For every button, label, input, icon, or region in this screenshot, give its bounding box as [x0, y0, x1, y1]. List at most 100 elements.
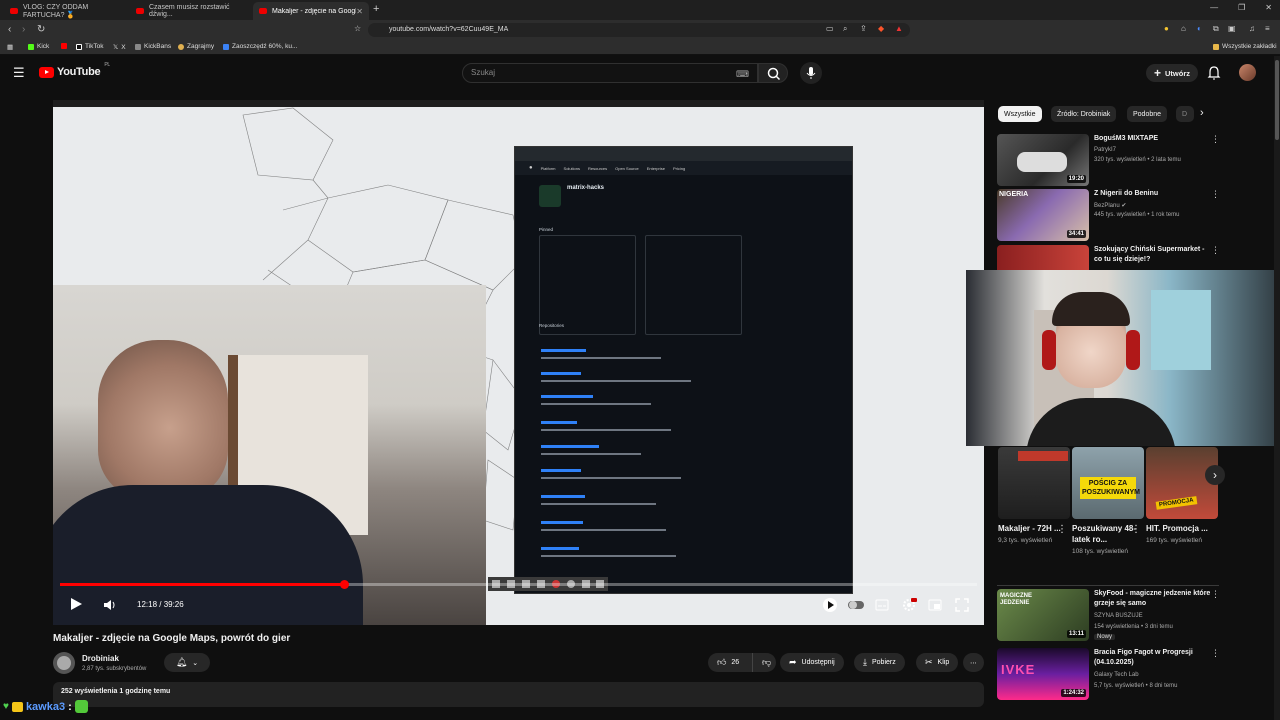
menu-icon[interactable]: ≡ [1265, 24, 1270, 33]
short-card[interactable]: PROMOCJA HIT. Promocja ... 169 tys. wyśw… [1146, 447, 1218, 573]
bookmark-zaoszczedz[interactable]: Zaoszczędź 60%, ku... [223, 43, 297, 50]
more-actions-button[interactable]: ⋯ [963, 653, 984, 672]
extension-icon[interactable]: ⌂ [1181, 24, 1186, 33]
fullscreen-icon[interactable] [955, 598, 969, 612]
thumbnail-caption: IVKE [1001, 662, 1036, 677]
create-button[interactable]: + Utwórz [1146, 64, 1199, 82]
scrollbar-thumb[interactable] [1275, 60, 1279, 140]
related-video[interactable]: 19:20 BoguśM3 MIXTAPE PatrykI7 320 tys. … [997, 134, 1227, 186]
browser-tab[interactable]: VLOG: CZY ODDAM FARTUCHA? 🏅 [4, 2, 130, 20]
description-box[interactable]: 252 wyświetlenia 1 godzinę temu [53, 682, 984, 707]
related-video[interactable]: NIGERIA 34:41 Z Nigerii do Beninu BezPla… [997, 189, 1227, 241]
share-icon[interactable]: ⇪ [860, 24, 867, 33]
close-window-icon[interactable]: ✕ [1265, 3, 1272, 12]
extension-icon[interactable]: ● [1164, 24, 1169, 33]
dislike-button[interactable]: 👎︎ [752, 653, 776, 672]
headphones [1042, 330, 1056, 370]
voice-search-button[interactable] [800, 62, 822, 84]
subscribed-notifications-button[interactable]: 🔔︎ ⌄ [164, 653, 210, 672]
keyboard-icon[interactable]: ⌨ [736, 65, 749, 83]
cast-icon[interactable]: ▭ [826, 24, 834, 33]
channel-name[interactable]: Drobiniak [82, 654, 119, 663]
chevron-right-icon[interactable]: › [1200, 107, 1204, 119]
hamburger-menu-icon[interactable]: ☰ [13, 65, 25, 81]
more-vertical-icon[interactable]: ⋮ [1211, 589, 1220, 600]
progress-bar[interactable] [60, 580, 977, 589]
search-button[interactable] [758, 63, 788, 83]
chip-from-channel[interactable]: Źródło: Drobiniak [1051, 106, 1117, 122]
more-vertical-icon[interactable]: ⋮ [1057, 524, 1067, 535]
notifications-bell-icon[interactable] [1207, 65, 1221, 81]
brave-shield-icon[interactable]: ◆ [878, 24, 884, 33]
more-horizontal-icon: ⋯ [970, 659, 977, 667]
back-icon[interactable]: ‹ [8, 24, 11, 35]
chip-related[interactable]: Podobne [1127, 106, 1168, 122]
video-channel: PatrykI7 [1094, 147, 1117, 153]
chip-all[interactable]: Wszystkie [998, 106, 1042, 122]
shorts-next-button[interactable]: › [1205, 465, 1225, 485]
bookmark-kick[interactable]: Kick [28, 43, 49, 50]
volume-icon[interactable] [103, 599, 117, 611]
divider [997, 585, 1219, 586]
bookmark-x[interactable]: 𝕏X [113, 43, 126, 52]
short-card[interactable]: Makaljer - 72H ... 9,3 tys. wyświetleń [998, 447, 1070, 573]
page-scrollbar[interactable] [1274, 56, 1280, 720]
like-button[interactable]: 👍︎ 26 [708, 653, 752, 672]
related-video[interactable]: IVKE 1:24:32 Bracia Figo Fagot w Progres… [997, 648, 1227, 700]
channel-avatar[interactable] [53, 652, 75, 674]
video-thumbnail [997, 245, 1089, 270]
subtitles-icon[interactable] [875, 599, 889, 611]
close-tab-icon[interactable]: ✕ [356, 7, 363, 16]
all-bookmarks[interactable]: Wszystkie zakładki [1213, 43, 1277, 50]
bookmark-zagrajmy[interactable]: Zagrajmy [178, 43, 214, 50]
apps-grid-icon[interactable]: ▦ [7, 43, 13, 51]
user-avatar[interactable] [1239, 64, 1256, 81]
forward-icon[interactable]: › [22, 24, 25, 35]
clip-button[interactable]: ✂ Klip [916, 653, 959, 672]
bookmark-kickbans[interactable]: KickBans [135, 43, 171, 50]
bookmark-tiktok[interactable]: TikTok [76, 43, 104, 50]
playlist-icon[interactable]: ♫ [1249, 24, 1255, 33]
rewards-icon[interactable]: ▲ [895, 24, 903, 33]
more-vertical-icon[interactable]: ⋮ [1211, 134, 1220, 145]
related-video[interactable]: Szokujący Chiński Supermarket - co tu si… [997, 245, 1227, 270]
chip-more[interactable]: D [1176, 106, 1194, 122]
miniplayer-icon[interactable] [928, 599, 942, 611]
bell-icon: 🔔︎ [175, 657, 188, 667]
bookmark-youtube[interactable] [61, 43, 67, 49]
browser-tab[interactable]: Czasem musisz rozstawić dźwig... [130, 2, 253, 20]
autoplay-toggle[interactable] [848, 600, 864, 610]
extension-icon[interactable]: ◐ [1197, 24, 1202, 33]
video-meta: 445 tys. wyświetleń • 1 rok temu [1094, 212, 1180, 218]
youtube-logo[interactable]: YouTube PL [39, 62, 110, 78]
autoplay-pause-icon[interactable] [822, 597, 838, 613]
share-button[interactable]: ➦ Udostępnij [780, 653, 844, 672]
screen-share-window: ● Platform Solutions Resources Open Source E… [514, 146, 853, 594]
short-card[interactable]: POŚCIG ZA POSZUKIWANYM Poszukiwany 48-la… [1072, 447, 1144, 573]
screen-github-header: ● Platform Solutions Resources Open Source E… [515, 161, 852, 175]
maximize-icon[interactable]: ❐ [1238, 3, 1245, 12]
zoom-icon[interactable]: ⌕ [843, 24, 847, 34]
reload-icon[interactable]: ↻ [37, 24, 45, 35]
search-input[interactable]: Szukaj ⌨ [462, 63, 758, 83]
window-controls: — ❐ ✕ [1210, 3, 1272, 12]
bookmark-star-icon[interactable]: ☆ [354, 24, 361, 33]
progress-scrubber[interactable] [340, 580, 350, 589]
video-meta: 5,7 tys. wyświetleń • 8 dni temu [1094, 683, 1178, 689]
video-thumbnail: IVKE 1:24:32 [997, 648, 1089, 700]
more-vertical-icon[interactable]: ⋮ [1211, 648, 1220, 659]
more-vertical-icon[interactable]: ⋮ [1211, 189, 1220, 200]
download-button[interactable]: ⤓ Pobierz [854, 653, 905, 672]
extensions-icon[interactable]: ⧉ [1213, 24, 1219, 34]
browser-tab-active[interactable]: Makaljer - zdjęcie na Google Ma... ✕ [253, 2, 369, 20]
play-icon[interactable] [69, 597, 83, 611]
video-player[interactable]: ● Platform Solutions Resources Open Source E… [53, 100, 984, 625]
more-vertical-icon[interactable]: ⋮ [1211, 245, 1220, 256]
new-tab-button[interactable]: + [373, 3, 379, 15]
related-video[interactable]: MAGICZNE JEDZENIE 13:11 SkyFood - magiczn… [997, 589, 1227, 641]
sidebar-icon[interactable]: ▣ [1228, 24, 1236, 33]
minimize-icon[interactable]: — [1210, 3, 1218, 12]
more-vertical-icon[interactable]: ⋮ [1131, 524, 1141, 535]
plus-icon: + [1154, 66, 1162, 80]
settings-gear-icon[interactable] [901, 597, 917, 613]
